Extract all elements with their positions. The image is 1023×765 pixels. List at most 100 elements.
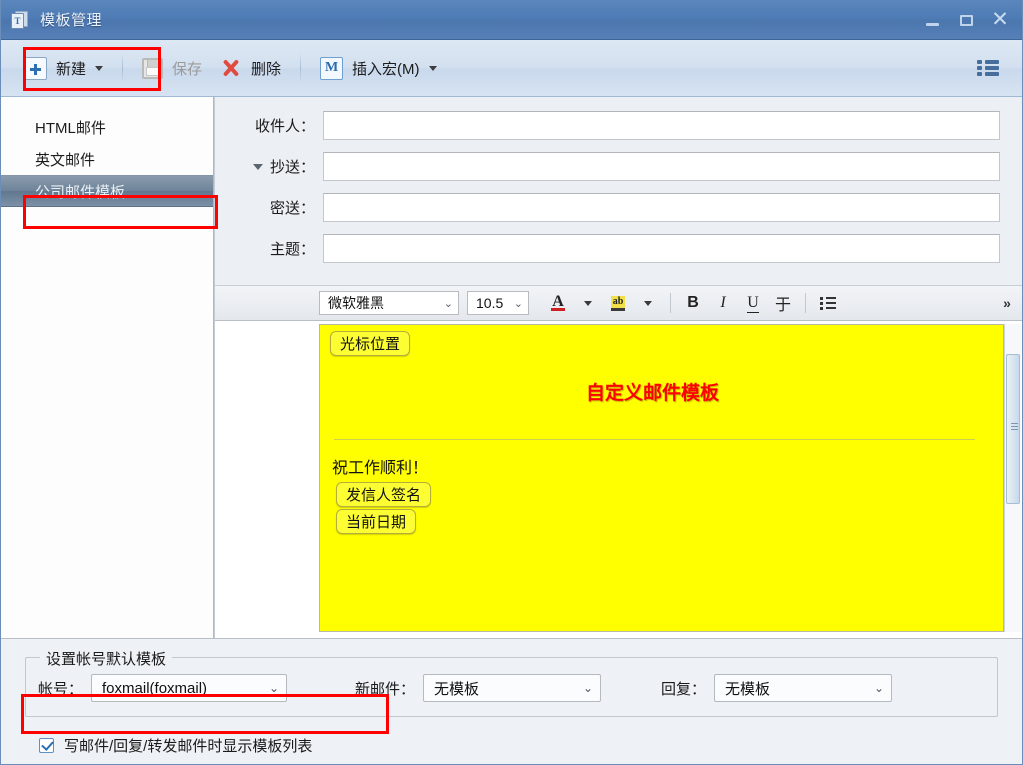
bullet-list-button[interactable]	[813, 290, 843, 316]
bold-icon: B	[687, 294, 699, 312]
italic-button[interactable]: I	[708, 290, 738, 316]
chevron-down-icon-reply: ⌄	[874, 681, 884, 695]
maximize-button[interactable]	[950, 7, 982, 33]
cc-label-text: 抄送：	[270, 156, 315, 177]
sidebar-item-label: 公司邮件模板	[35, 181, 125, 202]
subject-label: 主题：	[219, 238, 323, 259]
body-area: HTML邮件 英文邮件 公司邮件模板 收件人：	[1, 97, 1022, 638]
account-select[interactable]: foxmail(foxmail) ⌄	[91, 674, 287, 702]
sidebar-item-html-mail[interactable]: HTML邮件	[1, 111, 213, 143]
list-view-button[interactable]	[968, 49, 1008, 87]
to-input[interactable]	[323, 111, 1000, 140]
font-size-select[interactable]: 10.5 ⌄	[467, 291, 529, 315]
to-label-text: 收件人：	[255, 115, 315, 136]
close-button[interactable]: ✕	[984, 7, 1016, 33]
default-template-groupbox: 设置帐号默认模板 帐号： foxmail(foxmail) ⌄ 新邮件： 无模板…	[25, 657, 998, 717]
save-button[interactable]: 保存	[133, 49, 211, 87]
editor-wrapper: 光标位置 自定义邮件模板 祝工作顺利！ 发信人签名 当前日期	[215, 321, 1022, 638]
plus-icon	[24, 57, 47, 80]
font-family-select[interactable]: 微软雅黑 ⌄	[319, 291, 459, 315]
macro-token-current-date[interactable]: 当前日期	[336, 509, 416, 534]
bcc-input[interactable]	[323, 193, 1000, 222]
newmail-template-select[interactable]: 无模板 ⌄	[423, 674, 601, 702]
template-manager-window: T 模板管理 ✕ 新建 保存 删除 M 插入宏(M)	[0, 0, 1023, 765]
reply-value: 无模板	[725, 678, 770, 699]
chevron-down-icon[interactable]	[95, 66, 103, 71]
macro-token-cursor-position[interactable]: 光标位置	[330, 331, 410, 356]
underline-button[interactable]: U	[738, 290, 768, 316]
editor-body-line: 祝工作顺利！	[332, 454, 993, 478]
sidebar-item-english-mail[interactable]: 英文邮件	[1, 143, 213, 175]
sidebar-item-label: 英文邮件	[35, 149, 95, 170]
chevron-down-icon-macro[interactable]	[429, 66, 437, 71]
chevron-down-icon-newmail: ⌄	[583, 681, 593, 695]
mail-header-fields: 收件人： 抄送： 密送：	[215, 97, 1022, 285]
subject-input[interactable]	[323, 234, 1000, 263]
window-controls: ✕	[916, 0, 1016, 40]
chevron-down-icon-highlight	[644, 301, 652, 306]
sidebar-item-label: HTML邮件	[35, 117, 106, 138]
sidebar-item-company-mail-template[interactable]: 公司邮件模板	[1, 175, 213, 207]
token-row-date: 当前日期	[336, 509, 993, 534]
bcc-label-text: 密送：	[270, 197, 315, 218]
chevron-down-icon-color	[584, 301, 592, 306]
highlight-color-button[interactable]: ab	[603, 290, 633, 316]
save-button-label: 保存	[172, 58, 202, 79]
double-chevron-right-icon: »	[1003, 295, 1011, 311]
template-document-icon: T	[11, 10, 31, 30]
format-overflow-button[interactable]: »	[992, 290, 1022, 316]
minimize-button[interactable]	[916, 7, 948, 33]
minimize-icon	[926, 23, 939, 26]
insert-macro-label: 插入宏(M)	[352, 58, 420, 79]
reply-label: 回复：	[661, 678, 706, 699]
field-row-to: 收件人：	[219, 111, 1000, 140]
new-button-label: 新建	[56, 58, 86, 79]
template-list-sidebar: HTML邮件 英文邮件 公司邮件模板	[1, 97, 214, 638]
font-color-button[interactable]: A	[543, 290, 573, 316]
macro-m-icon: M	[320, 57, 343, 80]
bold-button[interactable]: B	[678, 290, 708, 316]
format-divider-2	[805, 293, 806, 313]
new-button[interactable]: 新建	[15, 49, 112, 87]
field-row-cc: 抄送：	[219, 152, 1000, 181]
strikethrough-button[interactable]: 于	[768, 290, 798, 316]
editor-vertical-scrollbar[interactable]	[1004, 324, 1021, 632]
field-row-subject: 主题：	[219, 234, 1000, 263]
chevron-down-icon-size: ⌄	[514, 297, 523, 310]
field-row-bcc: 密送：	[219, 193, 1000, 222]
italic-icon: I	[720, 294, 725, 312]
cc-label: 抄送：	[219, 156, 323, 177]
maximize-icon	[960, 15, 973, 26]
account-value: foxmail(foxmail)	[102, 680, 207, 697]
groupbox-title: 设置帐号默认模板	[40, 648, 172, 669]
cc-input[interactable]	[323, 152, 1000, 181]
show-template-list-checkbox[interactable]	[39, 738, 54, 753]
subject-label-text: 主题：	[270, 238, 315, 259]
main-toolbar: 新建 保存 删除 M 插入宏(M)	[1, 40, 1022, 97]
newmail-value: 无模板	[434, 678, 479, 699]
to-label: 收件人：	[219, 115, 323, 136]
underline-icon: U	[747, 294, 759, 313]
template-body-editor[interactable]: 光标位置 自定义邮件模板 祝工作顺利！ 发信人签名 当前日期	[319, 324, 1004, 632]
format-toolbar: 微软雅黑 ⌄ 10.5 ⌄ A ab	[215, 285, 1022, 321]
font-color-dropdown[interactable]	[573, 290, 603, 316]
highlight-icon: ab	[611, 296, 626, 311]
highlight-color-dropdown[interactable]	[633, 290, 663, 316]
strikethrough-icon: 于	[775, 291, 791, 315]
font-family-value: 微软雅黑	[328, 293, 384, 313]
title-bar: T 模板管理 ✕	[1, 0, 1022, 40]
insert-macro-button[interactable]: M 插入宏(M)	[311, 49, 446, 87]
toolbar-right-group	[968, 49, 1012, 87]
triangle-down-icon[interactable]	[253, 164, 263, 170]
chevron-down-icon-font: ⌄	[444, 297, 453, 310]
reply-template-select[interactable]: 无模板 ⌄	[714, 674, 892, 702]
account-label: 帐号：	[38, 678, 83, 699]
token-row-top: 光标位置	[330, 331, 993, 356]
floppy-disk-icon	[142, 58, 163, 79]
macro-token-sender-signature[interactable]: 发信人签名	[336, 482, 431, 507]
scrollbar-thumb[interactable]	[1006, 354, 1020, 504]
close-icon: ✕	[991, 11, 1009, 29]
font-size-value: 10.5	[476, 295, 503, 311]
show-template-list-checkbox-row[interactable]: 写邮件/回复/转发邮件时显示模板列表	[39, 735, 1008, 756]
delete-button[interactable]: 删除	[211, 49, 290, 87]
